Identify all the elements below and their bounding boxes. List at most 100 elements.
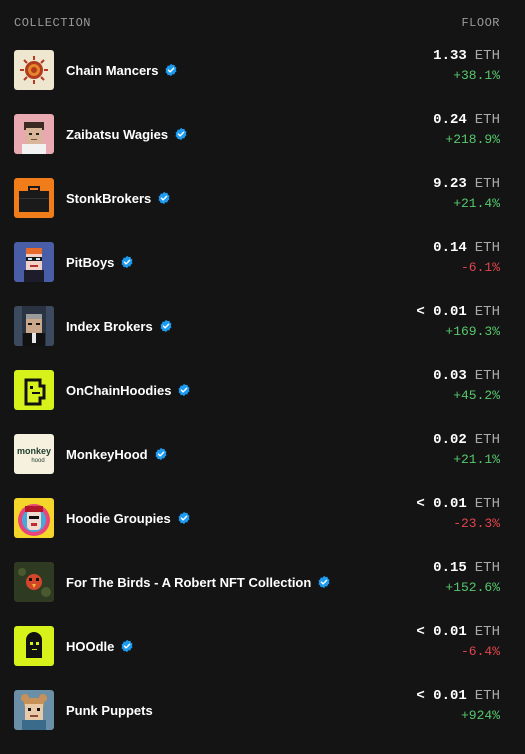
floor-value: 0.14 bbox=[433, 240, 467, 256]
collection-name[interactable]: StonkBrokers bbox=[66, 191, 151, 206]
collection-name-wrap: OnChainHoodies bbox=[66, 381, 191, 399]
floor-price: 0.02 ETH bbox=[433, 432, 500, 448]
briefcase-icon bbox=[14, 178, 54, 218]
collection-row[interactable]: HOOdle < 0.01 ETH -6.4% bbox=[0, 624, 525, 690]
collection-name-wrap: Punk Puppets bbox=[66, 701, 153, 719]
floor-value: 0.24 bbox=[433, 112, 467, 128]
floor-unit: ETH bbox=[474, 240, 500, 256]
floor-change: +45.2% bbox=[453, 388, 500, 403]
hoodie-icon bbox=[14, 370, 54, 410]
collection-name-wrap: HOOdle bbox=[66, 637, 134, 655]
groupie-face-icon bbox=[14, 498, 54, 538]
svg-text:monkey: monkey bbox=[17, 446, 51, 456]
collection-row[interactable]: For The Birds - A Robert NFT Collection 0… bbox=[0, 560, 525, 626]
sun-emblem-icon bbox=[14, 50, 54, 90]
floor-value: < 0.01 bbox=[416, 688, 467, 704]
floor-change: +152.6% bbox=[445, 580, 500, 595]
floor-value: 0.15 bbox=[433, 560, 467, 576]
floor-column-header[interactable]: FLOOR bbox=[461, 16, 500, 30]
collection-name[interactable]: OnChainHoodies bbox=[66, 383, 171, 398]
floor-unit: ETH bbox=[474, 432, 500, 448]
floor-unit: ETH bbox=[474, 688, 500, 704]
broker-portrait-icon bbox=[14, 306, 54, 346]
floor-value: < 0.01 bbox=[416, 624, 467, 640]
collection-name-wrap: Zaibatsu Wagies bbox=[66, 125, 188, 143]
collection-row[interactable]: Zaibatsu Wagies 0.24 ETH +218.9% bbox=[0, 112, 525, 178]
collection-name[interactable]: For The Birds - A Robert NFT Collection bbox=[66, 575, 311, 590]
floor-price: 0.24 ETH bbox=[433, 112, 500, 128]
floor-value: 9.23 bbox=[433, 176, 467, 192]
floor-value: 0.02 bbox=[433, 432, 467, 448]
bird-icon bbox=[14, 562, 54, 602]
floor-change: -6.1% bbox=[460, 260, 500, 275]
floor-change: +21.4% bbox=[453, 196, 500, 211]
floor-value: 1.33 bbox=[433, 48, 467, 64]
floor-price: 9.23 ETH bbox=[433, 176, 500, 192]
floor-unit: ETH bbox=[474, 368, 500, 384]
verified-badge-icon bbox=[154, 447, 168, 461]
floor-unit: ETH bbox=[474, 560, 500, 576]
hoodle-icon bbox=[14, 626, 54, 666]
collection-name-wrap: Index Brokers bbox=[66, 317, 173, 335]
table-header: COLLECTION FLOOR bbox=[0, 0, 525, 44]
wagie-face-icon bbox=[14, 114, 54, 154]
collection-name[interactable]: Hoodie Groupies bbox=[66, 511, 171, 526]
collection-name[interactable]: Chain Mancers bbox=[66, 63, 158, 78]
floor-price: < 0.01 ETH bbox=[416, 496, 500, 512]
floor-change: +218.9% bbox=[445, 132, 500, 147]
collection-name-wrap: Hoodie Groupies bbox=[66, 509, 191, 527]
collection-name[interactable]: Punk Puppets bbox=[66, 703, 153, 718]
floor-price: 0.03 ETH bbox=[433, 368, 500, 384]
collection-name-wrap: PitBoys bbox=[66, 253, 134, 271]
verified-badge-icon bbox=[120, 255, 134, 269]
collection-name-wrap: Chain Mancers bbox=[66, 61, 178, 79]
floor-price: < 0.01 ETH bbox=[416, 688, 500, 704]
floor-change: +38.1% bbox=[453, 68, 500, 83]
floor-price: 0.15 ETH bbox=[433, 560, 500, 576]
floor-unit: ETH bbox=[474, 48, 500, 64]
floor-price: < 0.01 ETH bbox=[416, 624, 500, 640]
floor-change: -6.4% bbox=[460, 644, 500, 659]
floor-unit: ETH bbox=[474, 496, 500, 512]
collection-row[interactable]: Index Brokers < 0.01 ETH +169.3% bbox=[0, 304, 525, 370]
verified-badge-icon bbox=[164, 63, 178, 77]
verified-badge-icon bbox=[174, 127, 188, 141]
collection-column-header[interactable]: COLLECTION bbox=[14, 16, 91, 30]
collection-name[interactable]: PitBoys bbox=[66, 255, 114, 270]
floor-change: +169.3% bbox=[445, 324, 500, 339]
floor-change: +924% bbox=[460, 708, 500, 723]
floor-unit: ETH bbox=[474, 624, 500, 640]
floor-value: < 0.01 bbox=[416, 496, 467, 512]
collection-row[interactable]: StonkBrokers 9.23 ETH +21.4% bbox=[0, 176, 525, 242]
collection-name-wrap: MonkeyHood bbox=[66, 445, 168, 463]
pixel-face-icon bbox=[14, 242, 54, 282]
floor-unit: ETH bbox=[474, 112, 500, 128]
floor-price: 1.33 ETH bbox=[433, 48, 500, 64]
verified-badge-icon bbox=[177, 511, 191, 525]
collection-row[interactable]: monkey hood MonkeyHood 0.02 ETH +21.1% bbox=[0, 432, 525, 498]
verified-badge-icon bbox=[157, 191, 171, 205]
floor-change: +21.1% bbox=[453, 452, 500, 467]
collection-name[interactable]: Zaibatsu Wagies bbox=[66, 127, 168, 142]
floor-change: -23.3% bbox=[453, 516, 500, 531]
floor-price: < 0.01 ETH bbox=[416, 304, 500, 320]
collection-name[interactable]: HOOdle bbox=[66, 639, 114, 654]
collection-name-wrap: For The Birds - A Robert NFT Collection bbox=[66, 573, 331, 591]
verified-badge-icon bbox=[120, 639, 134, 653]
collection-row[interactable]: OnChainHoodies 0.03 ETH +45.2% bbox=[0, 368, 525, 434]
verified-badge-icon bbox=[159, 319, 173, 333]
collection-name[interactable]: Index Brokers bbox=[66, 319, 153, 334]
floor-price: 0.14 ETH bbox=[433, 240, 500, 256]
floor-unit: ETH bbox=[474, 304, 500, 320]
svg-text:hood: hood bbox=[31, 458, 44, 464]
collection-row[interactable]: Punk Puppets < 0.01 ETH +924% bbox=[0, 688, 525, 754]
puppet-face-icon bbox=[14, 690, 54, 730]
floor-unit: ETH bbox=[474, 176, 500, 192]
collection-name[interactable]: MonkeyHood bbox=[66, 447, 148, 462]
collection-row[interactable]: PitBoys 0.14 ETH -6.1% bbox=[0, 240, 525, 306]
verified-badge-icon bbox=[177, 383, 191, 397]
floor-value: 0.03 bbox=[433, 368, 467, 384]
collection-row[interactable]: Hoodie Groupies < 0.01 ETH -23.3% bbox=[0, 496, 525, 562]
collection-row[interactable]: Chain Mancers 1.33 ETH +38.1% bbox=[0, 48, 525, 114]
floor-value: < 0.01 bbox=[416, 304, 467, 320]
